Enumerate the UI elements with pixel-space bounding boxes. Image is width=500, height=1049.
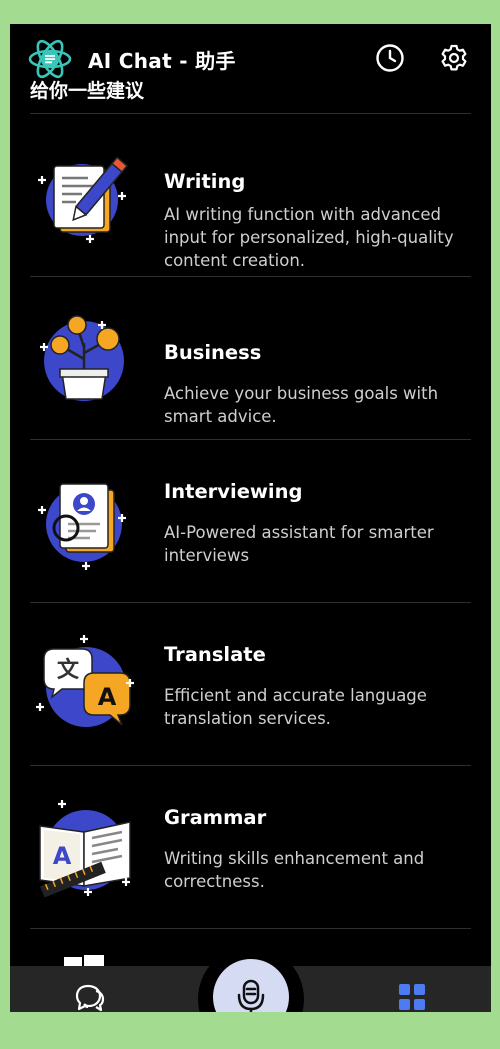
- svg-text:A: A: [98, 683, 117, 711]
- app-title: AI Chat - 助手: [88, 49, 236, 73]
- card-description: Achieve your business goals with smart a…: [164, 384, 439, 426]
- card-title: Business: [164, 341, 262, 364]
- microphone-icon: [237, 979, 265, 1012]
- svg-text:文: 文: [57, 657, 80, 683]
- settings-button[interactable]: [436, 40, 472, 76]
- clock-icon: [376, 44, 404, 72]
- ai-logo-icon: [28, 39, 72, 79]
- card-title: Grammar: [164, 806, 267, 829]
- svg-text:A: A: [53, 842, 72, 870]
- card-description: AI-Powered assistant for smarter intervi…: [164, 523, 434, 565]
- suggestion-card-business[interactable]: Business Achieve your business goals wit…: [30, 277, 471, 440]
- translate-bubbles-icon: 文 A: [36, 635, 134, 727]
- pencil-document-icon: [38, 156, 129, 243]
- money-plant-icon: [40, 315, 124, 401]
- card-description: Efficient and accurate language translat…: [164, 686, 427, 728]
- card-title: Writing: [164, 170, 246, 193]
- nav-apps-button[interactable]: [393, 980, 431, 1012]
- card-description: Writing skills enhancement and correctne…: [164, 849, 425, 891]
- card-title: Interviewing: [164, 480, 303, 503]
- card-title: Translate: [164, 643, 266, 666]
- gear-icon: [441, 44, 467, 71]
- grammar-book-icon: A: [39, 800, 131, 898]
- suggestions-heading: 给你一些建议: [30, 80, 145, 102]
- card-description: AI writing function with advanced input …: [164, 205, 454, 270]
- suggestion-list: Writing AI writing function with advance…: [30, 114, 471, 929]
- app-screen: AI Chat - 助手 给你一些建议 Writing AI writing f…: [10, 24, 491, 1012]
- history-button[interactable]: [372, 40, 408, 76]
- chat-bubbles-icon: [75, 984, 105, 1012]
- header: AI Chat - 助手 给你一些建议: [10, 24, 491, 116]
- nav-chat-button[interactable]: [70, 980, 110, 1012]
- suggestion-card-interviewing[interactable]: Interviewing AI-Powered assistant for sm…: [30, 440, 471, 603]
- apps-grid-icon: [399, 984, 425, 1010]
- suggestion-card-grammar[interactable]: A Grammar Writing skills enhancement and…: [30, 766, 471, 929]
- suggestion-card-writing[interactable]: Writing AI writing function with advance…: [30, 114, 471, 277]
- resume-magnifier-icon: [38, 483, 126, 570]
- suggestion-card-translate[interactable]: 文 A Translate Efficient and accurate lan…: [30, 603, 471, 766]
